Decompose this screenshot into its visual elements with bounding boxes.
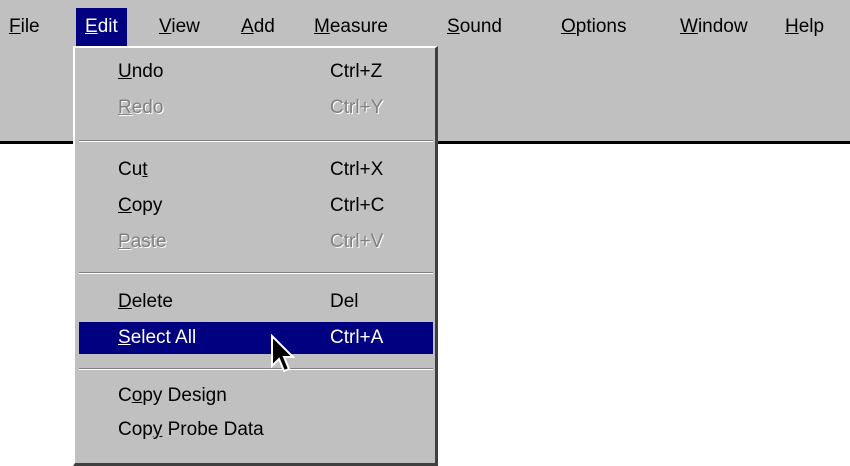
menu-edit-accelerator: E xyxy=(85,16,98,37)
menu-item-redo[interactable]: Redo Ctrl+Y xyxy=(79,92,433,124)
menu-item-copy-probe-data[interactable]: Copy Probe Data xyxy=(79,414,433,446)
menu-item-select-all-accelerator: S xyxy=(118,327,131,348)
menu-add-accelerator: A xyxy=(241,16,254,37)
menu-options-accelerator: O xyxy=(561,16,576,37)
menu-sound-label: ound xyxy=(459,16,502,37)
menu-item-cut-text: Cu xyxy=(118,159,143,180)
menu-item-select-all-label: Select All xyxy=(118,322,196,354)
menu-item-copy-design-text: py Design xyxy=(142,385,227,406)
arrow-pointer-icon xyxy=(271,334,296,373)
menu-item-copy-accelerator: C xyxy=(118,195,132,216)
menu-options-label: ptions xyxy=(575,16,627,37)
menu-file-label: ile xyxy=(20,16,40,37)
menu-bar: File Edit View Add Measure Sound Options… xyxy=(0,0,850,52)
menu-separator xyxy=(79,140,433,142)
menu-file[interactable]: File xyxy=(0,8,49,46)
menu-window-accelerator: W xyxy=(680,16,698,37)
menu-item-paste-text: aste xyxy=(130,231,167,252)
menu-item-undo[interactable]: Undo Ctrl+Z xyxy=(79,56,433,88)
menu-item-delete-accelerator: D xyxy=(118,291,132,312)
menu-item-redo-accelerator: R xyxy=(118,97,132,118)
menu-item-copy[interactable]: Copy Ctrl+C xyxy=(79,190,433,222)
menu-view-accelerator: V xyxy=(159,16,172,37)
menu-item-redo-shortcut: Ctrl+Y xyxy=(330,97,384,118)
menu-item-undo-label: Undo xyxy=(118,56,163,88)
menu-separator xyxy=(79,272,433,274)
menu-item-copy-probe-data-label: Copy Probe Data xyxy=(118,414,264,446)
menu-sound[interactable]: Sound xyxy=(438,8,511,46)
menu-item-copy-label: Copy xyxy=(118,190,162,222)
menu-item-select-all-text: elect All xyxy=(130,327,197,348)
menu-help[interactable]: Help xyxy=(776,8,833,46)
menu-item-delete-label: Delete xyxy=(118,286,173,318)
menu-item-cut[interactable]: Cut Ctrl+X xyxy=(79,154,433,186)
menu-item-undo-accelerator: U xyxy=(118,61,132,82)
menu-window[interactable]: Window xyxy=(671,8,757,46)
menu-view-label: iew xyxy=(171,16,200,37)
menu-measure-label: easure xyxy=(329,16,388,37)
menu-help-accelerator: H xyxy=(785,16,799,37)
menu-item-copy-design-text-pre: C xyxy=(118,385,132,406)
menu-add[interactable]: Add xyxy=(232,8,284,46)
menu-window-label: indow xyxy=(697,16,748,37)
menu-item-paste-accelerator: P xyxy=(118,231,131,252)
menu-item-undo-shortcut: Ctrl+Z xyxy=(330,61,383,82)
menu-item-redo-label: Redo xyxy=(118,92,163,124)
menu-measure-accelerator: M xyxy=(314,16,330,37)
menu-options[interactable]: Options xyxy=(552,8,635,46)
menu-item-copy-shortcut: Ctrl+C xyxy=(330,195,385,216)
menu-sound-accelerator: S xyxy=(447,16,460,37)
menu-item-copy-probe-data-accelerator: y xyxy=(152,419,163,440)
menu-item-copy-design-label: Copy Design xyxy=(118,380,227,412)
menu-item-copy-design-accelerator: o xyxy=(131,385,143,406)
menu-item-delete[interactable]: Delete Del xyxy=(79,286,433,318)
menu-file-accelerator: F xyxy=(9,16,21,37)
menu-view[interactable]: View xyxy=(150,8,209,46)
menu-separator xyxy=(79,368,433,370)
menu-item-paste[interactable]: Paste Ctrl+V xyxy=(79,226,433,258)
menu-item-copy-text: opy xyxy=(131,195,163,216)
menu-help-label: elp xyxy=(798,16,825,37)
menu-item-undo-text: ndo xyxy=(131,61,164,82)
menu-item-cut-label: Cut xyxy=(118,154,148,186)
edit-menu-dropdown: Undo Ctrl+Z Redo Ctrl+Y Cut Ctrl+X Copy … xyxy=(73,46,438,466)
menu-item-cut-shortcut: Ctrl+X xyxy=(330,159,384,180)
menu-item-paste-label: Paste xyxy=(118,226,167,258)
menu-add-label: dd xyxy=(253,16,275,37)
menu-item-copy-design[interactable]: Copy Design xyxy=(79,380,433,412)
menu-item-delete-shortcut: Del xyxy=(330,291,359,312)
menu-edit-label: dit xyxy=(97,16,118,37)
menu-item-delete-text: elete xyxy=(131,291,173,312)
menu-item-paste-shortcut: Ctrl+V xyxy=(330,231,384,252)
menu-item-cut-accelerator: t xyxy=(142,159,148,180)
menu-item-copy-probe-data-text: Probe Data xyxy=(162,419,264,440)
menu-item-select-all-shortcut: Ctrl+A xyxy=(330,327,384,348)
menu-item-copy-probe-data-text-pre: Cop xyxy=(118,419,153,440)
menu-item-redo-text: edo xyxy=(131,97,164,118)
menu-item-select-all[interactable]: Select All Ctrl+A xyxy=(79,322,433,354)
menu-edit[interactable]: Edit xyxy=(76,8,127,46)
menu-measure[interactable]: Measure xyxy=(305,8,397,46)
